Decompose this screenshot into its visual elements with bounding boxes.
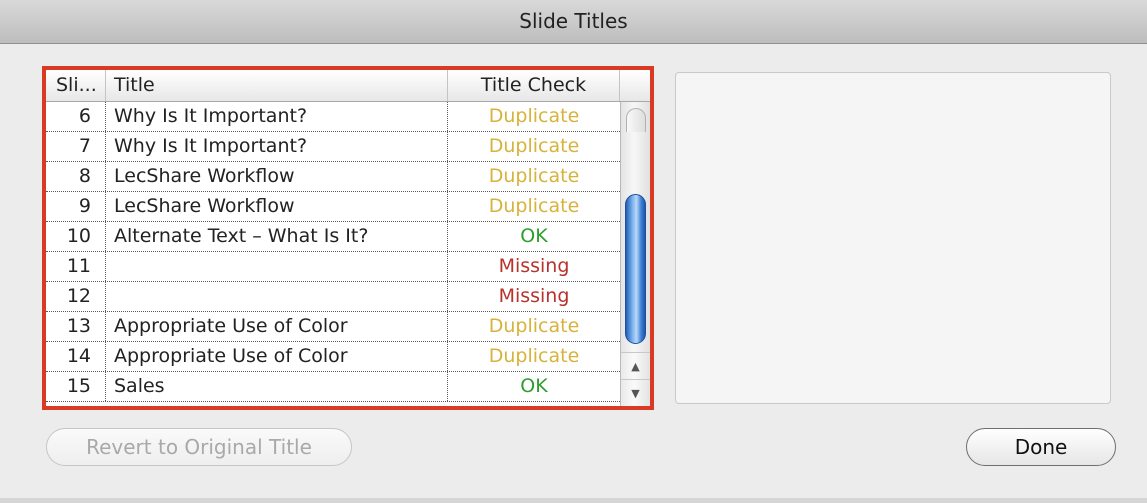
slide-number-cell: 13: [46, 312, 106, 341]
slide-number-cell: 14: [46, 342, 106, 371]
title-check-cell: Duplicate: [488, 345, 580, 367]
title-cell[interactable]: Appropriate Use of Color: [106, 342, 448, 371]
window-bottom-edge: [0, 498, 1147, 503]
slide-number-cell: 6: [46, 102, 106, 131]
slide-titles-table: Sli... Title Title Check 6 Why Is It Imp…: [42, 66, 654, 410]
table-row[interactable]: 9 LecShare Workflow Duplicate: [46, 192, 620, 222]
title-check-cell: Duplicate: [488, 165, 580, 187]
slide-number-cell: 15: [46, 372, 106, 401]
table-header: Sli... Title Title Check: [46, 70, 650, 102]
done-button[interactable]: Done: [966, 428, 1116, 466]
slide-preview-pane: [675, 72, 1111, 404]
title-cell[interactable]: Why Is It Important?: [106, 132, 448, 161]
slide-number-cell: 8: [46, 162, 106, 191]
title-cell[interactable]: [106, 252, 448, 281]
title-check-cell: Duplicate: [488, 105, 580, 127]
table-row[interactable]: 8 LecShare Workflow Duplicate: [46, 162, 620, 192]
revert-to-original-title-button[interactable]: Revert to Original Title: [46, 428, 352, 466]
window-title: Slide Titles: [519, 9, 628, 33]
column-header-slide[interactable]: Sli...: [46, 70, 106, 101]
slide-number-cell: 7: [46, 132, 106, 161]
title-cell[interactable]: LecShare Workflow: [106, 162, 448, 191]
table-row[interactable]: 7 Why Is It Important? Duplicate: [46, 132, 620, 162]
scrollbar-thumb[interactable]: [625, 194, 646, 344]
table-body: 6 Why Is It Important? Duplicate 7 Why I…: [46, 102, 620, 402]
table-row[interactable]: 11 Missing: [46, 252, 620, 282]
slide-number-cell: 10: [46, 222, 106, 251]
slide-number-cell: 9: [46, 192, 106, 221]
table-row[interactable]: 10 Alternate Text – What Is It? OK: [46, 222, 620, 252]
title-cell[interactable]: Sales: [106, 372, 448, 401]
title-check-cell: Duplicate: [488, 135, 580, 157]
arrow-down-icon[interactable]: ▼: [621, 379, 650, 406]
table-row[interactable]: 15 Sales OK: [46, 372, 620, 402]
title-cell[interactable]: Alternate Text – What Is It?: [106, 222, 448, 251]
window-titlebar: Slide Titles: [0, 0, 1147, 44]
title-cell[interactable]: LecShare Workflow: [106, 192, 448, 221]
title-cell[interactable]: Appropriate Use of Color: [106, 312, 448, 341]
slide-number-cell: 12: [46, 282, 106, 311]
title-check-cell: OK: [520, 375, 548, 397]
vertical-scrollbar[interactable]: ▲ ▼: [620, 102, 650, 406]
table-row[interactable]: 13 Appropriate Use of Color Duplicate: [46, 312, 620, 342]
title-cell[interactable]: [106, 282, 448, 311]
table-row[interactable]: 6 Why Is It Important? Duplicate: [46, 102, 620, 132]
scrollbar-track-cap: [626, 108, 646, 132]
title-check-cell: Duplicate: [488, 315, 580, 337]
arrow-up-icon[interactable]: ▲: [621, 352, 650, 379]
slide-number-cell: 11: [46, 252, 106, 281]
title-cell[interactable]: Why Is It Important?: [106, 102, 448, 131]
column-header-title[interactable]: Title: [106, 70, 448, 101]
column-header-title-check[interactable]: Title Check: [448, 70, 620, 101]
title-check-cell: Missing: [498, 255, 570, 277]
header-corner: [620, 70, 650, 101]
title-check-cell: OK: [520, 225, 548, 247]
title-check-cell: Duplicate: [488, 195, 580, 217]
table-row[interactable]: 14 Appropriate Use of Color Duplicate: [46, 342, 620, 372]
table-row[interactable]: 12 Missing: [46, 282, 620, 312]
title-check-cell: Missing: [498, 285, 570, 307]
